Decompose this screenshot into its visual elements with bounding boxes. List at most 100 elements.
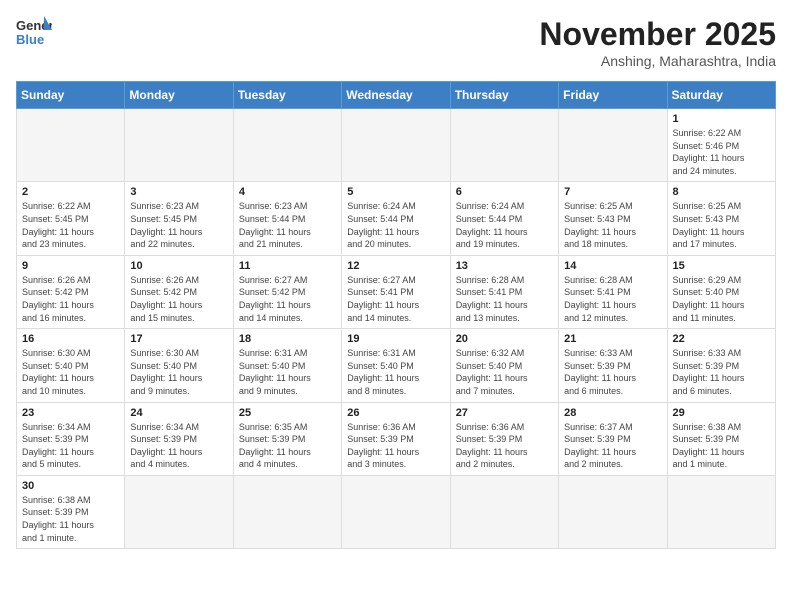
calendar-table: SundayMondayTuesdayWednesdayThursdayFrid…	[16, 81, 776, 549]
calendar-cell: 22Sunrise: 6:33 AM Sunset: 5:39 PM Dayli…	[667, 329, 775, 402]
calendar-cell: 20Sunrise: 6:32 AM Sunset: 5:40 PM Dayli…	[450, 329, 558, 402]
calendar-header-monday: Monday	[125, 82, 233, 109]
calendar-cell	[450, 109, 558, 182]
calendar-cell: 10Sunrise: 6:26 AM Sunset: 5:42 PM Dayli…	[125, 255, 233, 328]
calendar-week-row: 16 Sunrise: 6:30 AM Sunset: 5:40 PM Dayli…	[17, 329, 776, 402]
calendar-cell: 23 Sunrise: 6:34 AM Sunset: 5:39 PM Dayli…	[17, 402, 125, 475]
calendar-cell: 18 Sunrise: 6:31 AM Sunset: 5:40 PM Dayli…	[233, 329, 341, 402]
day-number: 18	[239, 333, 336, 345]
day-number: 11	[239, 260, 336, 272]
day-number: 6	[456, 186, 553, 198]
calendar-cell: 27 Sunrise: 6:36 AM Sunset: 5:39 PM Dayli…	[450, 402, 558, 475]
calendar-cell: 25Sunrise: 6:35 AM Sunset: 5:39 PM Dayli…	[233, 402, 341, 475]
month-title: November 2025	[539, 16, 776, 53]
calendar-header-friday: Friday	[559, 82, 667, 109]
calendar-cell: 13 Sunrise: 6:28 AM Sunset: 5:41 PM Dayli…	[450, 255, 558, 328]
day-info: Sunrise: 6:26 AM Sunset: 5:42 PM Dayligh…	[22, 274, 119, 324]
calendar-cell: 24Sunrise: 6:34 AM Sunset: 5:39 PM Dayli…	[125, 402, 233, 475]
calendar-cell	[342, 109, 450, 182]
calendar-cell: 9 Sunrise: 6:26 AM Sunset: 5:42 PM Daylig…	[17, 255, 125, 328]
day-number: 14	[564, 260, 661, 272]
day-info: Sunrise: 6:30 AM Sunset: 5:40 PM Dayligh…	[130, 347, 227, 397]
logo-icon: General Blue	[16, 16, 52, 48]
day-number: 4	[239, 186, 336, 198]
logo: General Blue	[16, 16, 52, 48]
day-number: 19	[347, 333, 444, 345]
day-info: Sunrise: 6:24 AM Sunset: 5:44 PM Dayligh…	[347, 200, 444, 250]
calendar-week-row: 30 Sunrise: 6:38 AM Sunset: 5:39 PM Dayli…	[17, 475, 776, 548]
day-info: Sunrise: 6:24 AM Sunset: 5:44 PM Dayligh…	[456, 200, 553, 250]
day-number: 30	[22, 480, 119, 492]
day-info: Sunrise: 6:27 AM Sunset: 5:41 PM Dayligh…	[347, 274, 444, 324]
day-number: 27	[456, 407, 553, 419]
calendar-cell: 1 Sunrise: 6:22 AM Sunset: 5:46 PM Daylig…	[667, 109, 775, 182]
day-number: 26	[347, 407, 444, 419]
calendar-cell: 15 Sunrise: 6:29 AM Sunset: 5:40 PM Dayli…	[667, 255, 775, 328]
day-number: 21	[564, 333, 661, 345]
day-info: Sunrise: 6:38 AM Sunset: 5:39 PM Dayligh…	[673, 421, 770, 471]
day-info: Sunrise: 6:28 AM Sunset: 5:41 PM Dayligh…	[456, 274, 553, 324]
calendar-cell: 14Sunrise: 6:28 AM Sunset: 5:41 PM Dayli…	[559, 255, 667, 328]
calendar-header-row: SundayMondayTuesdayWednesdayThursdayFrid…	[17, 82, 776, 109]
day-number: 5	[347, 186, 444, 198]
day-number: 24	[130, 407, 227, 419]
calendar-cell: 21Sunrise: 6:33 AM Sunset: 5:39 PM Dayli…	[559, 329, 667, 402]
calendar-header-thursday: Thursday	[450, 82, 558, 109]
day-number: 29	[673, 407, 770, 419]
day-number: 15	[673, 260, 770, 272]
calendar-cell	[559, 475, 667, 548]
calendar-week-row: 1 Sunrise: 6:22 AM Sunset: 5:46 PM Daylig…	[17, 109, 776, 182]
day-info: Sunrise: 6:29 AM Sunset: 5:40 PM Dayligh…	[673, 274, 770, 324]
day-info: Sunrise: 6:27 AM Sunset: 5:42 PM Dayligh…	[239, 274, 336, 324]
day-number: 3	[130, 186, 227, 198]
day-number: 8	[673, 186, 770, 198]
calendar-cell: 3 Sunrise: 6:23 AM Sunset: 5:45 PM Daylig…	[125, 182, 233, 255]
page-header: General Blue November 2025 Anshing, Maha…	[16, 16, 776, 69]
day-number: 2	[22, 186, 119, 198]
day-info: Sunrise: 6:30 AM Sunset: 5:40 PM Dayligh…	[22, 347, 119, 397]
calendar-cell: 28Sunrise: 6:37 AM Sunset: 5:39 PM Dayli…	[559, 402, 667, 475]
day-info: Sunrise: 6:32 AM Sunset: 5:40 PM Dayligh…	[456, 347, 553, 397]
calendar-cell	[125, 109, 233, 182]
day-number: 13	[456, 260, 553, 272]
calendar-cell: 29 Sunrise: 6:38 AM Sunset: 5:39 PM Dayli…	[667, 402, 775, 475]
calendar-week-row: 2 Sunrise: 6:22 AM Sunset: 5:45 PM Daylig…	[17, 182, 776, 255]
calendar-header-sunday: Sunday	[17, 82, 125, 109]
calendar-cell: 30 Sunrise: 6:38 AM Sunset: 5:39 PM Dayli…	[17, 475, 125, 548]
calendar-cell: 16 Sunrise: 6:30 AM Sunset: 5:40 PM Dayli…	[17, 329, 125, 402]
day-info: Sunrise: 6:31 AM Sunset: 5:40 PM Dayligh…	[239, 347, 336, 397]
calendar-cell	[233, 475, 341, 548]
calendar-header-tuesday: Tuesday	[233, 82, 341, 109]
location: Anshing, Maharashtra, India	[539, 53, 776, 69]
day-info: Sunrise: 6:22 AM Sunset: 5:46 PM Dayligh…	[673, 127, 770, 177]
day-number: 12	[347, 260, 444, 272]
calendar-cell	[450, 475, 558, 548]
calendar-header-saturday: Saturday	[667, 82, 775, 109]
day-number: 9	[22, 260, 119, 272]
day-info: Sunrise: 6:25 AM Sunset: 5:43 PM Dayligh…	[564, 200, 661, 250]
day-number: 7	[564, 186, 661, 198]
day-number: 16	[22, 333, 119, 345]
calendar-cell: 5 Sunrise: 6:24 AM Sunset: 5:44 PM Daylig…	[342, 182, 450, 255]
calendar-cell	[17, 109, 125, 182]
day-info: Sunrise: 6:22 AM Sunset: 5:45 PM Dayligh…	[22, 200, 119, 250]
day-number: 17	[130, 333, 227, 345]
calendar-cell: 26 Sunrise: 6:36 AM Sunset: 5:39 PM Dayli…	[342, 402, 450, 475]
calendar-cell	[125, 475, 233, 548]
calendar-header-wednesday: Wednesday	[342, 82, 450, 109]
calendar-cell: 12 Sunrise: 6:27 AM Sunset: 5:41 PM Dayli…	[342, 255, 450, 328]
day-number: 23	[22, 407, 119, 419]
day-info: Sunrise: 6:36 AM Sunset: 5:39 PM Dayligh…	[347, 421, 444, 471]
svg-text:Blue: Blue	[16, 32, 44, 47]
day-number: 1	[673, 113, 770, 125]
day-info: Sunrise: 6:36 AM Sunset: 5:39 PM Dayligh…	[456, 421, 553, 471]
day-info: Sunrise: 6:34 AM Sunset: 5:39 PM Dayligh…	[22, 421, 119, 471]
calendar-cell: 2 Sunrise: 6:22 AM Sunset: 5:45 PM Daylig…	[17, 182, 125, 255]
calendar-cell: 11 Sunrise: 6:27 AM Sunset: 5:42 PM Dayli…	[233, 255, 341, 328]
day-info: Sunrise: 6:26 AM Sunset: 5:42 PM Dayligh…	[130, 274, 227, 324]
day-info: Sunrise: 6:23 AM Sunset: 5:45 PM Dayligh…	[130, 200, 227, 250]
day-info: Sunrise: 6:25 AM Sunset: 5:43 PM Dayligh…	[673, 200, 770, 250]
calendar-cell: 4Sunrise: 6:23 AM Sunset: 5:44 PM Daylig…	[233, 182, 341, 255]
day-info: Sunrise: 6:38 AM Sunset: 5:39 PM Dayligh…	[22, 494, 119, 544]
calendar-cell: 17 Sunrise: 6:30 AM Sunset: 5:40 PM Dayli…	[125, 329, 233, 402]
